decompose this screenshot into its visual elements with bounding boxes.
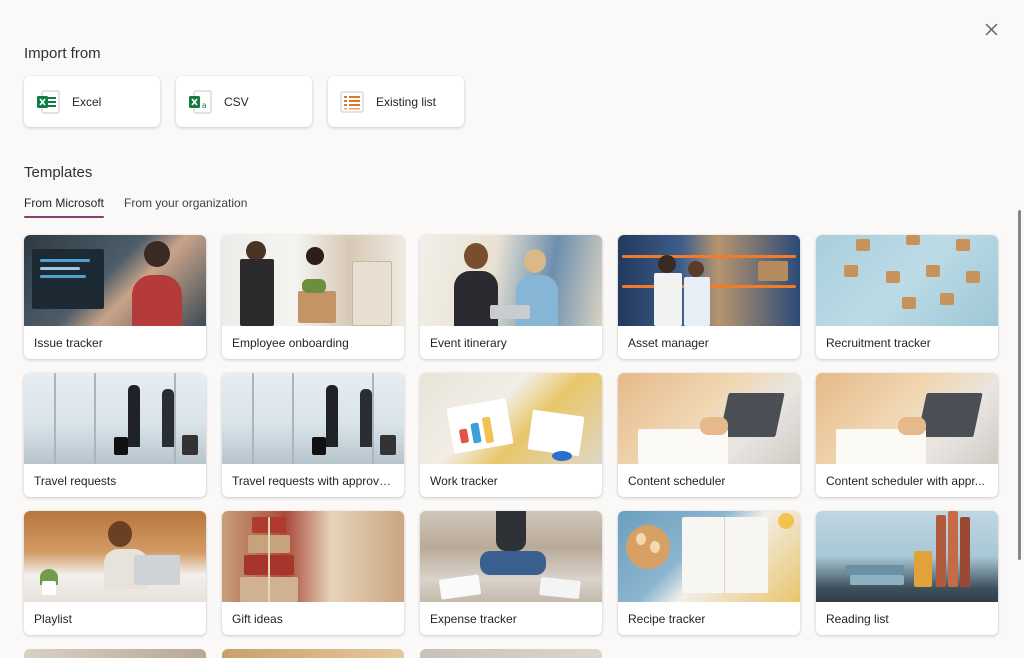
template-card-content-scheduler[interactable]: Content scheduler [618, 373, 800, 497]
close-icon [985, 23, 997, 35]
next-row-partial [24, 649, 602, 658]
warehouse-shelves-image [618, 235, 800, 326]
template-label: Expense tracker [430, 611, 517, 626]
woman-headphones-image [24, 511, 206, 602]
template-card-travel-requests-with-approvals[interactable]: Travel requests with approvals [222, 373, 404, 497]
import-section-title: Import from [24, 45, 101, 62]
hand-writing-laptop-image [816, 373, 998, 464]
desk-charts-image [420, 373, 602, 464]
eggs-notebook-image [618, 511, 800, 602]
import-csv-label: CSV [224, 94, 249, 109]
template-card-playlist[interactable]: Playlist [24, 511, 206, 635]
template-tabs: From Microsoft From your organization [24, 196, 247, 218]
template-label: Content scheduler with appr... [826, 473, 985, 488]
template-card-recruitment-tracker[interactable]: Recruitment tracker [816, 235, 998, 359]
template-label: Gift ideas [232, 611, 283, 626]
partial-card-thumb [222, 649, 404, 658]
close-button[interactable] [980, 18, 1002, 40]
list-icon [338, 88, 366, 116]
import-options: Excel a CSV Existing list [24, 76, 464, 127]
books-shelf-image [816, 511, 998, 602]
template-card-gift-ideas[interactable]: Gift ideas [222, 511, 404, 635]
partial-card-thumb [420, 649, 602, 658]
partial-card-thumb [24, 649, 206, 658]
template-label: Issue tracker [34, 335, 103, 350]
template-card-reading-list[interactable]: Reading list [816, 511, 998, 635]
scrollbar[interactable] [1018, 210, 1021, 560]
template-card-recipe-tracker[interactable]: Recipe tracker [618, 511, 800, 635]
template-label: Recruitment tracker [826, 335, 931, 350]
template-label: Reading list [826, 611, 889, 626]
women-at-laptop-image [420, 235, 602, 326]
template-label: Travel requests [34, 473, 117, 488]
tab-from-your-organization[interactable]: From your organization [124, 196, 247, 218]
svg-text:a: a [202, 101, 207, 110]
person-floor-receipts-image [420, 511, 602, 602]
template-card-asset-manager[interactable]: Asset manager [618, 235, 800, 359]
template-grid: Issue tracker Employee onboarding Event … [24, 235, 998, 635]
template-label: Employee onboarding [232, 335, 349, 350]
template-card-issue-tracker[interactable]: Issue tracker [24, 235, 206, 359]
import-excel-label: Excel [72, 94, 102, 109]
templates-section-title: Templates [24, 164, 93, 181]
tab-from-microsoft[interactable]: From Microsoft [24, 196, 105, 218]
template-card-expense-tracker[interactable]: Expense tracker [420, 511, 602, 635]
template-label: Work tracker [430, 473, 498, 488]
excel-icon [34, 88, 62, 116]
template-card-work-tracker[interactable]: Work tracker [420, 373, 602, 497]
template-label: Content scheduler [628, 473, 726, 488]
people-at-computer-image [24, 235, 206, 326]
template-label: Playlist [34, 611, 73, 626]
template-card-employee-onboarding[interactable]: Employee onboarding [222, 235, 404, 359]
stacked-gifts-image [222, 511, 404, 602]
template-card-travel-requests[interactable]: Travel requests [24, 373, 206, 497]
hand-writing-laptop-image [618, 373, 800, 464]
csv-icon: a [186, 88, 214, 116]
template-label: Recipe tracker [628, 611, 706, 626]
network-blocks-image [816, 235, 998, 326]
import-excel-button[interactable]: Excel [24, 76, 160, 127]
handshake-office-image [222, 235, 404, 326]
template-card-content-scheduler-with-approvals[interactable]: Content scheduler with appr... [816, 373, 998, 497]
import-existing-list-button[interactable]: Existing list [328, 76, 464, 127]
template-card-event-itinerary[interactable]: Event itinerary [420, 235, 602, 359]
airport-travelers-image [24, 373, 206, 464]
template-label: Travel requests with approvals [232, 473, 394, 488]
airport-travelers-image [222, 373, 404, 464]
import-csv-button[interactable]: a CSV [176, 76, 312, 127]
template-label: Asset manager [628, 335, 709, 350]
template-label: Event itinerary [430, 335, 507, 350]
import-existing-list-label: Existing list [376, 94, 437, 109]
